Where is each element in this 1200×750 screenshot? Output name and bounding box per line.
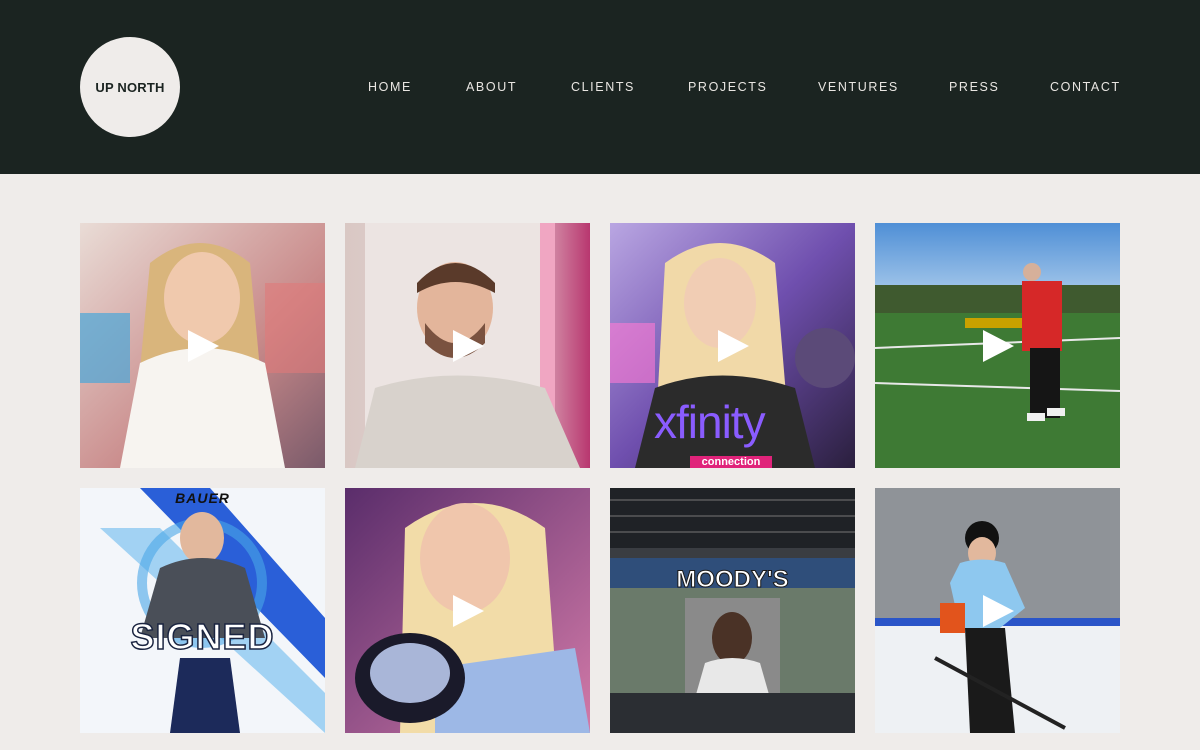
video-thumbnail xyxy=(80,488,325,733)
video-tile[interactable] xyxy=(345,223,590,468)
play-icon xyxy=(453,330,484,362)
site-header: UP NORTH HOME ABOUT CLIENTS PROJECTS VEN… xyxy=(0,0,1200,174)
play-icon xyxy=(188,330,219,362)
video-tile[interactable]: xfinity connection xyxy=(610,223,855,468)
nav-contact[interactable]: CONTACT xyxy=(1050,80,1121,94)
nav-ventures[interactable]: VENTURES xyxy=(818,80,899,94)
video-thumbnail xyxy=(610,488,855,733)
nav-home[interactable]: HOME xyxy=(368,80,412,94)
video-tile[interactable] xyxy=(875,488,1120,733)
signed-text: SIGNED xyxy=(130,615,275,658)
connection-label: connection xyxy=(690,456,772,468)
bauer-brand: BAUER xyxy=(175,490,230,506)
nav-about[interactable]: ABOUT xyxy=(466,80,517,94)
nav-projects[interactable]: PROJECTS xyxy=(688,80,767,94)
video-tile[interactable] xyxy=(345,488,590,733)
video-tile[interactable] xyxy=(875,223,1120,468)
nav-clients[interactable]: CLIENTS xyxy=(571,80,635,94)
play-icon xyxy=(983,595,1014,627)
play-icon xyxy=(453,595,484,627)
play-icon xyxy=(983,330,1014,362)
video-tile[interactable] xyxy=(80,223,325,468)
play-icon xyxy=(718,330,749,362)
main-nav: HOME ABOUT CLIENTS PROJECTS VENTURES PRE… xyxy=(0,80,1200,96)
moodys-text: MOODY'S xyxy=(676,566,789,594)
video-tile[interactable]: BAUER SIGNED xyxy=(80,488,325,733)
xfinity-logo-text: xfinity xyxy=(654,396,766,448)
nav-press[interactable]: PRESS xyxy=(949,80,999,94)
video-tile[interactable]: MOODY'S xyxy=(610,488,855,733)
